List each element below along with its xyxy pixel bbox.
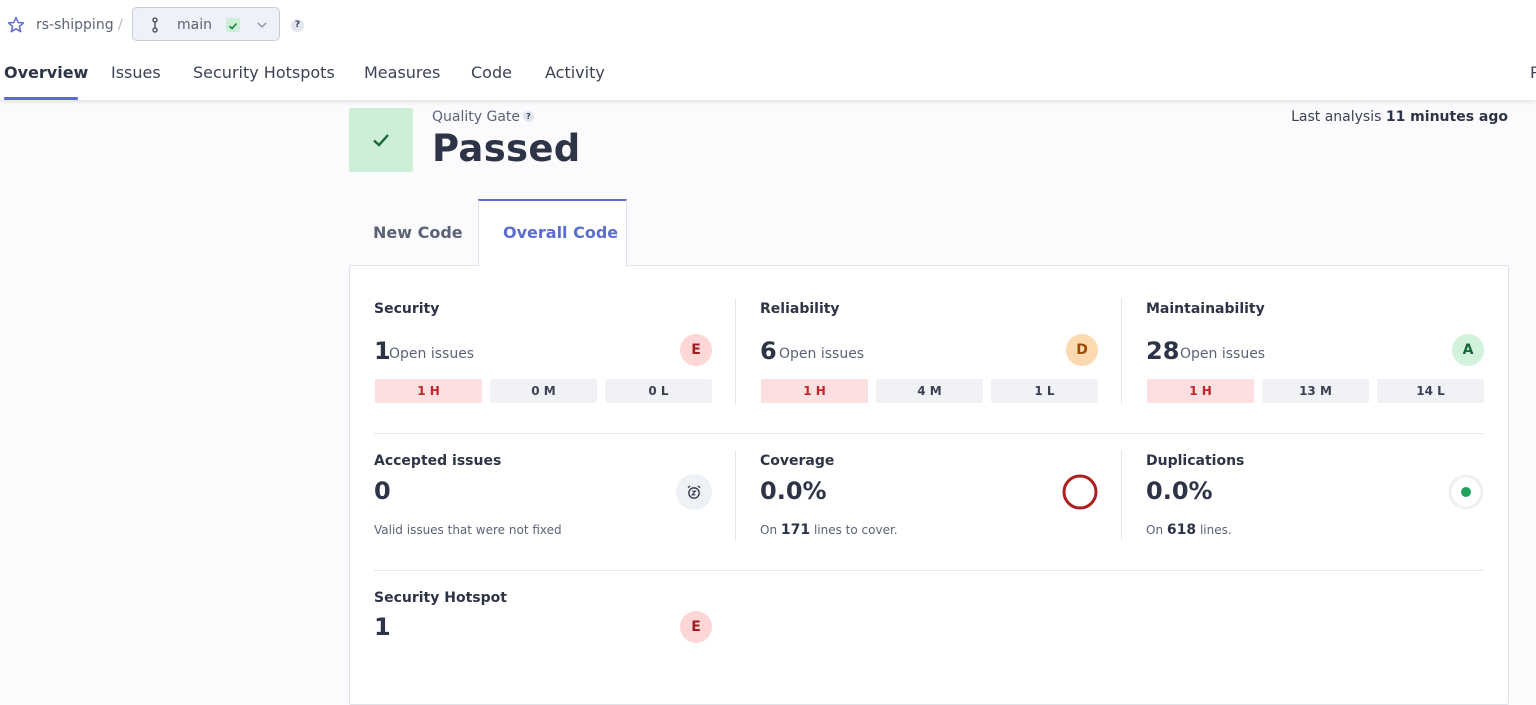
coverage-title: Coverage bbox=[760, 453, 835, 469]
accepted-issues-title: Accepted issues bbox=[374, 453, 502, 469]
divider bbox=[374, 570, 1484, 571]
tab-overall-code[interactable]: Overall Code bbox=[478, 199, 627, 267]
security-hotspot-title: Security Hotspot bbox=[374, 590, 507, 606]
star-icon[interactable] bbox=[7, 16, 25, 34]
tab-issues[interactable]: Issues bbox=[111, 62, 161, 84]
quality-gate-status: Passed bbox=[432, 127, 581, 170]
duplications-card: Duplications 0.0% On 618 lines. bbox=[1146, 452, 1484, 542]
divider bbox=[1121, 450, 1122, 540]
maintainability-issue-count[interactable]: 28 bbox=[1146, 336, 1179, 366]
last-analysis-label: Last analysis bbox=[1291, 109, 1382, 125]
tab-activity[interactable]: Activity bbox=[545, 62, 605, 84]
security-medium-issues[interactable]: 0 M bbox=[490, 379, 597, 403]
accepted-issues-card: Accepted issues 0 Valid issues that were… bbox=[374, 452, 712, 542]
active-tab-indicator bbox=[4, 97, 78, 100]
measures-panel: Security 1 Open issues E 1 H 0 M 0 L Rel… bbox=[349, 265, 1509, 705]
maintainability-title: Maintainability bbox=[1146, 301, 1265, 317]
branch-selector[interactable]: main bbox=[132, 7, 280, 41]
last-analysis-value: 11 minutes ago bbox=[1385, 109, 1508, 125]
reliability-issue-count[interactable]: 6 bbox=[760, 336, 777, 366]
check-icon bbox=[373, 134, 389, 147]
reliability-title: Reliability bbox=[760, 301, 840, 317]
duplications-lines-prefix: On bbox=[1146, 523, 1164, 537]
reliability-rating-badge[interactable]: D bbox=[1066, 334, 1098, 366]
accepted-issues-icon-badge bbox=[676, 474, 712, 510]
reliability-medium-issues[interactable]: 4 M bbox=[876, 379, 983, 403]
reliability-high-issues[interactable]: 1 H bbox=[761, 379, 868, 403]
divider bbox=[1121, 298, 1122, 404]
coverage-card: Coverage 0.0% On 171 lines to cover. bbox=[760, 452, 1098, 542]
alarm-clock-icon bbox=[687, 485, 701, 499]
branch-name: main bbox=[177, 17, 212, 33]
security-hotspot-card: Security Hotspot 1 E bbox=[374, 589, 712, 649]
tab-measures[interactable]: Measures bbox=[364, 62, 440, 84]
duplications-indicator-icon bbox=[1448, 474, 1484, 510]
maintainability-low-issues[interactable]: 14 L bbox=[1377, 379, 1484, 403]
maintainability-rating-badge[interactable]: A bbox=[1452, 334, 1484, 366]
security-low-issues[interactable]: 0 L bbox=[605, 379, 712, 403]
coverage-lines-count[interactable]: 171 bbox=[781, 522, 810, 538]
maintainability-open-issues-label: Open issues bbox=[1180, 346, 1266, 362]
reliability-open-issues-label: Open issues bbox=[779, 346, 865, 362]
reliability-low-issues[interactable]: 1 L bbox=[991, 379, 1098, 403]
divider bbox=[735, 298, 736, 404]
coverage-lines-prefix: On bbox=[760, 523, 778, 537]
help-icon[interactable]: ? bbox=[523, 111, 534, 122]
quality-gate-status-icon bbox=[349, 108, 413, 172]
duplications-lines-count[interactable]: 618 bbox=[1167, 522, 1196, 538]
security-hotspot-count[interactable]: 1 bbox=[374, 612, 391, 642]
duplications-lines-suffix: lines. bbox=[1199, 523, 1232, 537]
security-open-issues-label: Open issues bbox=[389, 346, 475, 362]
tab-security-hotspots[interactable]: Security Hotspots bbox=[193, 62, 335, 84]
tab-truncated[interactable]: P bbox=[1530, 62, 1536, 84]
duplications-lines-description: On 618 lines. bbox=[1146, 522, 1232, 538]
coverage-ring-icon bbox=[1062, 474, 1098, 510]
reliability-card: Reliability 6 Open issues D 1 H 4 M 1 L bbox=[760, 300, 1098, 404]
coverage-lines-description: On 171 lines to cover. bbox=[760, 522, 898, 538]
tab-overall-code-label: Overall Code bbox=[503, 223, 619, 242]
quality-gate-label: Quality Gate bbox=[432, 109, 521, 125]
breadcrumb-separator: / bbox=[118, 17, 123, 33]
duplications-value[interactable]: 0.0% bbox=[1146, 476, 1213, 506]
security-title: Security bbox=[374, 301, 440, 317]
maintainability-high-issues[interactable]: 1 H bbox=[1147, 379, 1254, 403]
coverage-lines-suffix: lines to cover. bbox=[813, 523, 898, 537]
duplications-title: Duplications bbox=[1146, 453, 1245, 469]
last-analysis: Last analysis 11 minutes ago bbox=[1291, 108, 1508, 126]
divider bbox=[735, 450, 736, 540]
coverage-value[interactable]: 0.0% bbox=[760, 476, 827, 506]
chevron-down-icon bbox=[257, 22, 267, 28]
maintainability-card: Maintainability 28 Open issues A 1 H 13 … bbox=[1146, 300, 1484, 404]
security-hotspot-rating-badge[interactable]: E bbox=[680, 611, 712, 643]
tab-overview[interactable]: Overview bbox=[4, 62, 88, 84]
help-icon[interactable]: ? bbox=[291, 19, 304, 32]
branch-status-badge bbox=[226, 18, 240, 32]
project-name-link[interactable]: rs-shipping bbox=[36, 16, 114, 34]
accepted-issues-description: Valid issues that were not fixed bbox=[374, 523, 562, 537]
divider bbox=[374, 433, 1484, 434]
tab-new-code[interactable]: New Code bbox=[373, 222, 463, 244]
security-rating-badge[interactable]: E bbox=[680, 334, 712, 366]
security-card: Security 1 Open issues E 1 H 0 M 0 L bbox=[374, 300, 712, 404]
security-high-issues[interactable]: 1 H bbox=[375, 379, 482, 403]
maintainability-medium-issues[interactable]: 13 M bbox=[1262, 379, 1369, 403]
project-header: rs-shipping / main ? Overview Issues Sec… bbox=[0, 0, 1536, 100]
tab-code[interactable]: Code bbox=[471, 62, 512, 84]
accepted-issues-count[interactable]: 0 bbox=[374, 476, 391, 506]
git-branch-icon bbox=[152, 17, 158, 33]
check-icon bbox=[228, 22, 238, 30]
